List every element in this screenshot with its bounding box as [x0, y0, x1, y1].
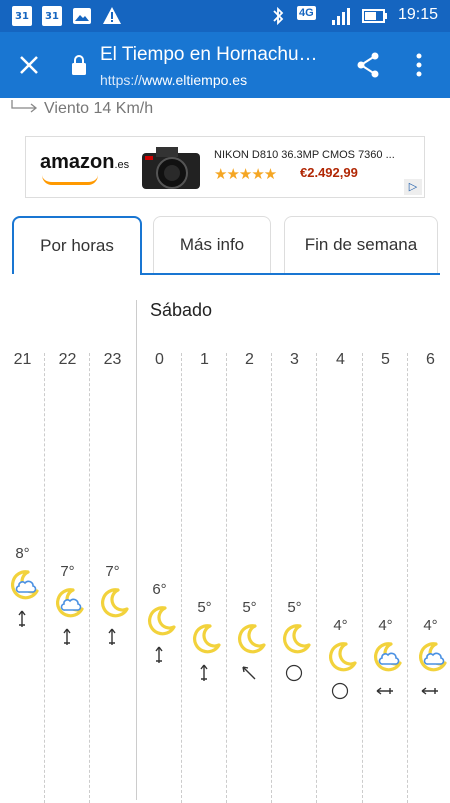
hour-column: 2 5° — [227, 345, 272, 803]
rating-stars: ★★★★★ — [214, 165, 277, 183]
hour-column: 4 4° — [318, 345, 363, 803]
close-icon[interactable] — [18, 54, 40, 76]
hour-label: 2 — [245, 351, 254, 368]
tab-fin-de-semana[interactable]: Fin de semana — [284, 216, 438, 274]
temperature-label: 5° — [197, 599, 212, 616]
signal-icon — [332, 8, 350, 25]
status-bar: 31 31 4G 19:15 — [0, 0, 450, 32]
clock: 19:15 — [397, 6, 438, 23]
temperature-label: 6° — [152, 581, 167, 598]
share-icon[interactable] — [356, 52, 380, 78]
hour-label: 21 — [13, 351, 32, 368]
hour-label: 22 — [58, 351, 77, 368]
temperature-label: 5° — [242, 599, 257, 616]
tab-por-horas[interactable]: Por horas — [12, 216, 142, 274]
moon-cloud-icon — [371, 641, 403, 673]
hour-label: 6 — [426, 351, 435, 368]
camera-image — [142, 147, 200, 189]
more-options-icon[interactable] — [414, 52, 424, 78]
tab-underline — [140, 273, 440, 275]
wind-north-icon — [57, 627, 77, 647]
hour-label: 23 — [103, 351, 122, 368]
ad-brand-name: amazon — [40, 151, 115, 173]
day-label: Sábado — [150, 300, 213, 320]
tab-mas-info[interactable]: Más info — [153, 216, 271, 274]
wind-arrow-icon — [11, 100, 38, 113]
url-host: www.eltiempo.es — [142, 72, 248, 88]
calendar-icon: 31 — [12, 6, 32, 26]
moon-cloud-icon — [416, 641, 448, 673]
hour-column: 5 4° — [363, 345, 408, 803]
column-separator — [316, 353, 317, 803]
hour-column: 6 4° — [408, 345, 450, 800]
hour-label: 5 — [381, 351, 390, 368]
calendar-icon: 31 — [42, 6, 62, 26]
amazon-ad[interactable]: amazon.es NIKON D810 36.3MP CMOS 7360 ..… — [25, 136, 425, 198]
warning-icon — [103, 7, 121, 24]
temperature-label: 4° — [423, 617, 438, 634]
wind-west-icon — [375, 681, 395, 701]
moon-icon — [280, 623, 312, 655]
ad-product: NIKON D810 36.3MP CMOS 7360 ... — [214, 149, 395, 161]
calm-icon — [330, 681, 350, 701]
moon-icon — [235, 623, 267, 655]
hour-column: 1 5° — [182, 345, 227, 803]
temperature-label: 7° — [105, 563, 120, 580]
moon-icon — [326, 641, 358, 673]
lock-icon — [72, 55, 86, 75]
hour-column: 21 8° — [0, 345, 45, 803]
page-title: El Tiempo en Hornachu… — [100, 44, 318, 65]
hour-column: 22 7° — [45, 345, 90, 803]
moon-icon — [98, 587, 130, 619]
hour-column: 23 7° — [90, 345, 135, 800]
hour-label: 0 — [155, 351, 164, 368]
hour-label: 4 — [336, 351, 345, 368]
image-icon — [73, 8, 91, 24]
temperature-label: 4° — [333, 617, 348, 634]
temperature-label: 4° — [378, 617, 393, 634]
wind-north-icon — [12, 609, 32, 629]
moon-cloud-icon — [8, 569, 40, 601]
temperature-label: 8° — [15, 545, 30, 562]
calm-icon — [284, 663, 304, 683]
battery-icon — [362, 9, 387, 23]
temperature-label: 7° — [60, 563, 75, 580]
ad-brand: amazon.es — [40, 151, 129, 174]
temperature-label: 5° — [287, 599, 302, 616]
url-scheme: https:// — [100, 72, 143, 88]
wind-text: Viento 14 Km/h — [44, 100, 154, 117]
hour-label: 3 — [290, 351, 299, 368]
adchoices-icon[interactable]: ▷ — [404, 179, 422, 195]
network-type: 4G — [297, 6, 316, 20]
page-url[interactable]: https://www.eltiempo.es — [100, 72, 247, 88]
bluetooth-icon — [273, 6, 284, 26]
wind-north-icon — [149, 645, 169, 665]
ad-brand-suffix: .es — [114, 159, 130, 171]
browser-toolbar: El Tiempo en Hornachu… https://www.eltie… — [0, 32, 450, 98]
hour-column: 0 6° — [137, 345, 182, 803]
wind-northwest-icon — [239, 663, 259, 683]
hour-label: 1 — [200, 351, 209, 368]
moon-icon — [190, 623, 222, 655]
wind-north-icon — [102, 627, 122, 647]
wind-north-icon — [194, 663, 214, 683]
ad-price: €2.492,99 — [300, 165, 358, 180]
amazon-smile-icon — [42, 175, 98, 185]
wind-west-icon — [420, 681, 440, 701]
moon-cloud-icon — [53, 587, 85, 619]
hour-column: 3 5° — [272, 345, 317, 803]
moon-icon — [145, 605, 177, 637]
